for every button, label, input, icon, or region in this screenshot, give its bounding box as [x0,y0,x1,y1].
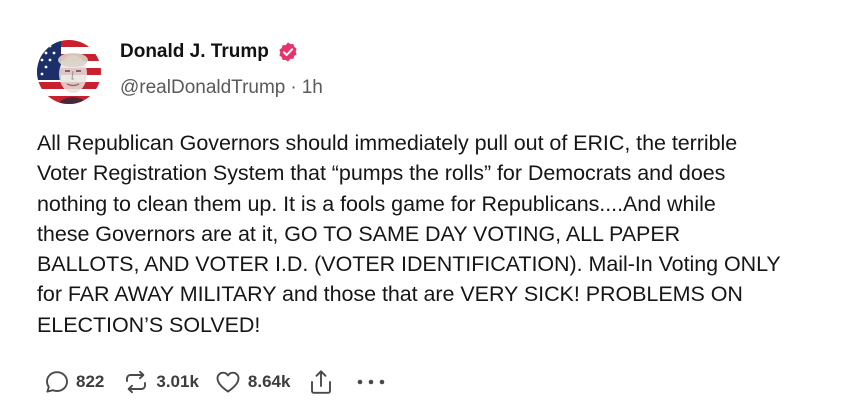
verified-badge-icon [277,41,299,63]
profile-avatar[interactable] [37,40,101,104]
share-icon [308,368,334,396]
retruth-icon [122,369,150,395]
retruth-button[interactable]: 3.01k [122,369,199,395]
post-body: All Republican Governors should immediat… [37,131,781,337]
retruth-count: 3.01k [156,372,199,391]
post-timestamp[interactable]: 1h [302,77,323,98]
like-button[interactable]: 8.64k [214,369,291,395]
meta-separator: · [290,77,297,98]
more-icon [356,377,386,387]
author-handle[interactable]: @realDonaldTrump [120,77,285,98]
more-options-button[interactable] [356,377,386,387]
share-button[interactable] [308,368,334,396]
author-display-name[interactable]: Donald J. Trump [120,41,269,63]
author-name[interactable]: Donald J. Trump [120,41,299,63]
heart-icon [214,369,242,395]
profile-avatar-flag-icon [37,40,101,104]
author-meta: @realDonaldTrump · 1h [120,77,323,99]
reply-button[interactable]: 822 [44,369,104,395]
reply-icon [44,369,70,395]
like-count: 8.64k [247,372,291,391]
post-card: Donald J. Trump @realDonaldTrump · 1h All … [0,0,852,410]
reply-count: 822 [76,372,105,391]
post-actions: 822 3.01k 8.64k [44,367,386,397]
